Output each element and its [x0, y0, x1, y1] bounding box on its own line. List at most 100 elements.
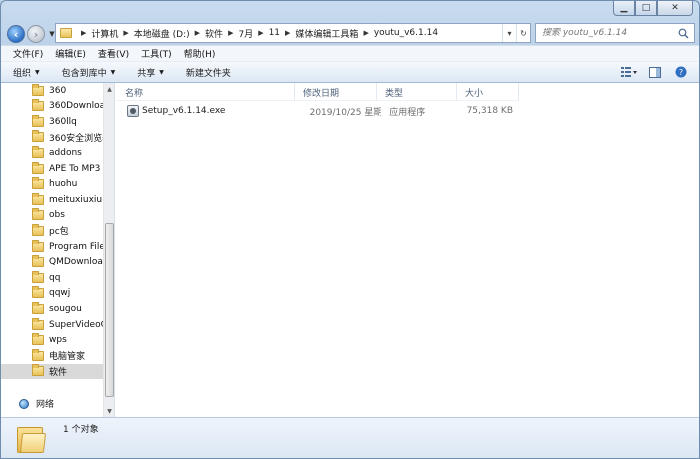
column-header-row: 名称 修改日期 类型 大小 [117, 83, 519, 101]
folder-icon [32, 223, 44, 236]
view-list-icon [621, 67, 637, 77]
breadcrumb-july[interactable]: 7月 [238, 27, 253, 40]
command-bar: 组织 ▼ 包含到库中 ▼ 共享 ▼ 新建文件夹 ? [1, 61, 699, 83]
tree-item-label: addons [49, 147, 82, 158]
organize-button[interactable]: 组织 ▼ [13, 66, 40, 79]
close-button[interactable]: ✕ [657, 1, 693, 16]
address-bar[interactable]: ▶ 计算机 ▶ 本地磁盘 (D:) ▶ 软件 ▶ 7月 ▶ 11 ▶ 媒体编辑工… [55, 23, 531, 43]
tree-item[interactable]: pc包 [1, 223, 103, 238]
tree-item[interactable]: sougou [1, 301, 103, 316]
tree-item[interactable]: QMDownload [1, 255, 103, 270]
tree-item[interactable]: 360安全浏览器 [1, 130, 103, 145]
tree-item[interactable]: 360 [1, 83, 103, 98]
tree-item-network[interactable]: 网络 [1, 396, 103, 411]
content-area: 360 360Download 360llq 360安全浏览器 addons A… [1, 83, 699, 417]
chevron-down-icon: ▾ [507, 28, 512, 38]
folder-icon [32, 364, 44, 377]
tree-item-label: APE To MP3 P [49, 163, 103, 174]
view-controls: ? [621, 65, 689, 79]
minimize-icon: ▁ [620, 3, 628, 13]
item-count: 1 个对象 [63, 425, 99, 435]
tree-item[interactable]: addons [1, 145, 103, 160]
tree-item[interactable]: wps [1, 333, 103, 348]
share-label: 共享 [137, 68, 156, 79]
address-dropdown-button[interactable]: ▾ [502, 24, 516, 42]
refresh-button[interactable]: ↻ [516, 24, 530, 42]
tree-item-label: SuperVideoCa [49, 319, 103, 330]
breadcrumb-separator-icon[interactable]: ▶ [118, 29, 133, 37]
breadcrumb-software[interactable]: 软件 [205, 27, 223, 40]
folder-icon [32, 83, 44, 96]
tree-item[interactable]: 电脑管家 [1, 348, 103, 363]
breadcrumb-separator-icon[interactable]: ▶ [223, 29, 238, 37]
organize-label: 组织 [13, 68, 32, 79]
menu-help[interactable]: 帮助(H) [178, 47, 222, 60]
tree-item-label: wps [49, 335, 67, 346]
tree-item[interactable]: 360Download [1, 99, 103, 114]
tree-item-label: 360Download [49, 101, 103, 112]
caption-buttons: ▁ □ ✕ [613, 1, 693, 16]
menu-view[interactable]: 查看(V) [92, 47, 135, 60]
tree-item[interactable]: SuperVideoCa [1, 317, 103, 332]
file-modified: 2019/10/25 星期... [309, 107, 382, 118]
menu-bar: 文件(F) 编辑(E) 查看(V) 工具(T) 帮助(H) [1, 45, 699, 61]
preview-pane-icon [649, 66, 661, 78]
breadcrumb-current-folder[interactable]: youtu_v6.1.14 [374, 28, 438, 38]
tree-item[interactable]: qq [1, 270, 103, 285]
table-row[interactable]: Setup_v6.1.14.exe 2019/10/25 星期... 应用程序 … [117, 103, 519, 119]
back-button[interactable]: ‹ [7, 25, 25, 43]
svg-text:?: ? [679, 68, 683, 77]
tree-item[interactable]: obs [1, 208, 103, 223]
preview-pane-button[interactable] [647, 65, 663, 79]
include-in-library-button[interactable]: 包含到库中 ▼ [62, 66, 116, 79]
tree-item[interactable]: huohu [1, 177, 103, 192]
menu-tools[interactable]: 工具(T) [135, 47, 178, 60]
new-folder-button[interactable]: 新建文件夹 [186, 66, 231, 79]
maximize-button[interactable]: □ [635, 1, 657, 16]
breadcrumb-11[interactable]: 11 [269, 28, 280, 38]
column-size[interactable]: 大小 [457, 83, 519, 101]
application-icon [127, 105, 139, 117]
breadcrumb-media-toolbox[interactable]: 媒体编辑工具箱 [295, 27, 358, 40]
include-in-library-label: 包含到库中 [61, 68, 107, 79]
maximize-icon: □ [641, 3, 651, 13]
tree-item[interactable]: 360llq [1, 114, 103, 129]
chevron-down-icon: ▼ [159, 68, 164, 76]
minimize-button[interactable]: ▁ [613, 1, 635, 16]
search-icon[interactable] [676, 26, 690, 40]
forward-button[interactable]: › [27, 25, 45, 43]
tree-item[interactable]: qqwj [1, 286, 103, 301]
nav-scrollbar[interactable]: ▲ ▼ [103, 83, 114, 417]
explorer-window: ▁ □ ✕ ‹ › ▼ ▶ 计算机 ▶ 本地磁盘 (D:) ▶ 软件 ▶ 7月 … [0, 0, 700, 459]
breadcrumb-drive-d[interactable]: 本地磁盘 (D:) [134, 27, 190, 40]
tree-item-selected[interactable]: 软件 [1, 363, 103, 379]
tree-item[interactable]: APE To MP3 P [1, 161, 103, 176]
folder-icon [32, 286, 44, 299]
network-icon [19, 398, 31, 409]
share-button[interactable]: 共享 ▼ [137, 66, 164, 79]
tree-item-label: sougou [49, 303, 82, 314]
column-name[interactable]: 名称 [117, 83, 295, 101]
breadcrumb-separator-icon[interactable]: ▶ [280, 29, 295, 37]
breadcrumb-separator-icon[interactable]: ▶ [76, 29, 91, 37]
tree-item-label: 电脑管家 [49, 352, 86, 363]
column-type[interactable]: 类型 [377, 83, 457, 101]
column-modified[interactable]: 修改日期 [295, 83, 377, 101]
navigation-pane: 360 360Download 360llq 360安全浏览器 addons A… [1, 83, 115, 417]
breadcrumb-separator-icon[interactable]: ▶ [253, 29, 268, 37]
scroll-down-icon[interactable]: ▼ [104, 405, 114, 417]
breadcrumb-separator-icon[interactable]: ▶ [358, 29, 373, 37]
breadcrumb-computer[interactable]: 计算机 [91, 27, 118, 40]
scroll-thumb[interactable] [105, 223, 114, 397]
tree-item[interactable]: Program Files [1, 239, 103, 254]
menu-file[interactable]: 文件(F) [7, 47, 49, 60]
chevron-down-icon: ▼ [49, 30, 55, 38]
scroll-up-icon[interactable]: ▲ [104, 83, 114, 95]
breadcrumb-separator-icon[interactable]: ▶ [190, 29, 205, 37]
search-input[interactable] [542, 28, 676, 38]
change-view-button[interactable] [621, 65, 637, 79]
tree-item[interactable]: meituxiuxiu [1, 192, 103, 207]
help-button[interactable]: ? [673, 65, 689, 79]
menu-edit[interactable]: 编辑(E) [49, 47, 92, 60]
back-arrow-icon: ‹ [13, 27, 19, 41]
